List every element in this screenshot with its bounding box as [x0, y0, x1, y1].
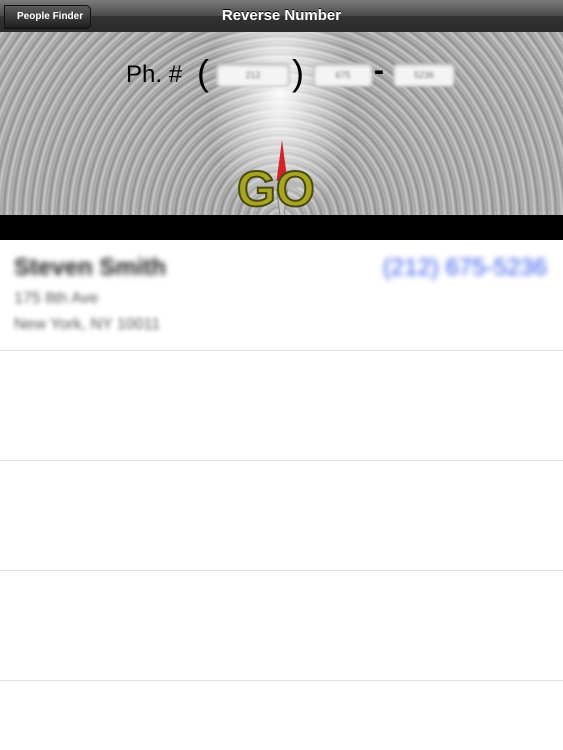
- empty-row: [0, 570, 563, 681]
- empty-row: [0, 350, 563, 461]
- divider-band: [0, 215, 563, 240]
- phone-label: Ph. #: [126, 61, 183, 88]
- dash-separator: -: [374, 54, 384, 87]
- result-phone-link[interactable]: (212) 675-5236: [383, 254, 547, 282]
- page-title: Reverse Number: [221, 7, 342, 24]
- go-logo-text: GO: [236, 160, 316, 215]
- close-paren: ): [292, 52, 304, 93]
- open-paren: (: [197, 52, 209, 93]
- svg-text:GO: GO: [237, 161, 315, 215]
- prefix-input[interactable]: [313, 63, 373, 87]
- line-number-input[interactable]: [393, 63, 455, 87]
- result-name: Steven Smith: [14, 254, 167, 281]
- empty-row: [0, 460, 563, 571]
- go-search-button[interactable]: GO: [234, 140, 326, 215]
- area-code-input[interactable]: [216, 63, 290, 87]
- search-header: Ph. # ( ) - GO: [0, 32, 563, 215]
- result-address-line1: 175 8th Ave: [14, 290, 99, 307]
- result-address-line2: New York, NY 10011: [14, 316, 161, 333]
- navigation-bar: People Finder Reverse Number: [0, 0, 563, 33]
- result-row[interactable]: Steven Smith (212) 675-5236 175 8th Ave …: [0, 240, 563, 351]
